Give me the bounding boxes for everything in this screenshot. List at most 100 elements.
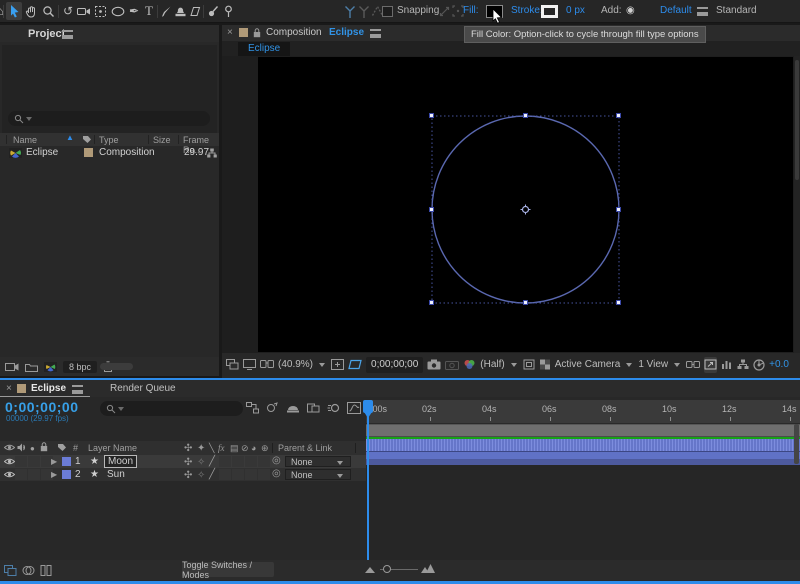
layer-row-moon[interactable]: ▶ 1 ★ Moon ✣ ✧ ╱ ◎ None: [0, 455, 366, 468]
motion-blur-toggle[interactable]: [245, 469, 257, 480]
type-tool-icon[interactable]: T: [141, 2, 157, 20]
close-tab-icon[interactable]: ×: [227, 27, 233, 38]
bit-depth-button[interactable]: 8 bpc: [63, 361, 97, 373]
threed-toggle[interactable]: [258, 456, 270, 467]
add-menu-icon[interactable]: ◉: [626, 5, 635, 16]
viewer-timecode[interactable]: 0;00;00;00: [366, 357, 423, 373]
motion-blur-icon[interactable]: [327, 402, 340, 414]
playhead-line[interactable]: [367, 402, 369, 560]
stroke-label[interactable]: Stroke:: [511, 5, 543, 16]
handle-bottom-center[interactable]: [523, 300, 528, 305]
fill-label[interactable]: Fill:: [463, 5, 479, 16]
layer-name-sun[interactable]: Sun: [107, 469, 125, 480]
audio-toggle[interactable]: [15, 469, 27, 480]
solo-toggle[interactable]: [28, 456, 40, 467]
handle-bottom-right[interactable]: [616, 300, 621, 305]
project-tabbar[interactable]: Project: [0, 25, 219, 42]
camera-tool-icon[interactable]: [76, 2, 92, 20]
motion-blur-toggle[interactable]: [245, 456, 257, 467]
expand-arrow-icon[interactable]: ▶: [51, 457, 57, 466]
eraser-tool-icon[interactable]: [187, 2, 203, 20]
parent-dropdown[interactable]: None: [285, 456, 351, 467]
workspace-default-tab[interactable]: Default: [660, 5, 692, 16]
project-panel-menu-icon[interactable]: [62, 30, 73, 39]
layer-visibility-eye-icon[interactable]: [4, 470, 15, 479]
lock-column-icon[interactable]: [40, 442, 48, 452]
grid-guides-icon[interactable]: [348, 357, 362, 373]
roto-brush-tool-icon[interactable]: [205, 2, 221, 20]
motion-blur-column-icon[interactable]: ⊘: [241, 443, 249, 454]
project-scrollbar[interactable]: [100, 363, 133, 370]
view-menu-value[interactable]: Active Camera: [555, 357, 621, 373]
shy-toggle-icon[interactable]: ✣: [184, 470, 192, 481]
parent-dropdown[interactable]: None: [285, 469, 351, 480]
toggle-switches-modes-button[interactable]: Toggle Switches / Modes: [182, 562, 274, 577]
transparency-grid-icon[interactable]: [539, 357, 551, 373]
view-menu-dropdown-arrow[interactable]: [626, 363, 632, 367]
layer-color-swatch[interactable]: [62, 457, 71, 466]
quality-column-icon[interactable]: ╲: [209, 443, 214, 454]
solo-column-icon[interactable]: ●: [30, 444, 35, 453]
layer-color-swatch[interactable]: [62, 470, 71, 479]
show-snapshot-icon[interactable]: [445, 357, 459, 373]
audio-toggle[interactable]: [15, 456, 27, 467]
layer-bar-sun[interactable]: [366, 452, 800, 465]
close-tab-icon[interactable]: ×: [6, 383, 12, 394]
layer-row-sun[interactable]: ▶ 2 ★ Sun ✣ ✧ ╱ ◎ None: [0, 468, 366, 481]
collapse-toggle-icon[interactable]: ✧: [197, 457, 205, 468]
zoom-tool-icon[interactable]: [40, 2, 56, 20]
new-composition-icon[interactable]: [44, 362, 57, 372]
column-size[interactable]: Size: [153, 135, 171, 145]
expand-transfer-controls-icon[interactable]: [22, 565, 35, 576]
timeline-tab-menu-icon[interactable]: [72, 385, 83, 394]
panel-tab-label[interactable]: Composition: [266, 27, 322, 38]
always-preview-icon[interactable]: [226, 357, 239, 373]
shy-toggle-icon[interactable]: ✣: [184, 457, 192, 468]
safe-zones-icon[interactable]: [331, 357, 344, 373]
time-ruler[interactable]: :00s 02s 04s 06s 08s 10s 12s 14s: [366, 400, 800, 424]
show-channel-icon[interactable]: [463, 357, 476, 373]
exposure-value[interactable]: +0.0: [769, 357, 789, 373]
adjustment-column-icon[interactable]: ◕: [251, 443, 256, 453]
column-name[interactable]: Name: [13, 135, 37, 145]
stroke-width-value[interactable]: 0 px: [566, 5, 585, 16]
solo-toggle[interactable]: [28, 469, 40, 480]
current-timecode[interactable]: 0;00;00;00: [5, 399, 79, 415]
snapping-label[interactable]: Snapping: [397, 5, 439, 16]
pen-tool-icon[interactable]: ✒: [126, 2, 142, 20]
frame-blend-column-icon[interactable]: ▤: [230, 443, 239, 454]
parent-link-column[interactable]: Parent & Link: [278, 443, 332, 453]
label-column-icon[interactable]: [82, 135, 92, 144]
frame-blending-icon[interactable]: [307, 402, 320, 414]
layer-name-column[interactable]: Layer Name: [88, 443, 137, 453]
zoom-out-mountain-icon[interactable]: [365, 566, 375, 573]
timeline-zoom-slider-thumb[interactable]: [383, 565, 391, 573]
fx-toggle[interactable]: [219, 469, 231, 480]
handle-bottom-left[interactable]: [429, 300, 434, 305]
expand-layer-switches-icon[interactable]: [4, 565, 17, 576]
project-search-input[interactable]: [8, 111, 210, 126]
item-label-swatch[interactable]: [84, 148, 93, 157]
region-of-interest-icon[interactable]: [523, 357, 535, 373]
graph-editor-icon[interactable]: [347, 402, 361, 414]
mini-flowchart-icon[interactable]: [246, 402, 259, 414]
timeline-flowchart-icon[interactable]: [737, 357, 749, 373]
handle-top-center[interactable]: [523, 113, 528, 118]
handle-top-left[interactable]: [429, 113, 434, 118]
label-column-icon[interactable]: [57, 443, 67, 452]
add-label[interactable]: Add:: [601, 5, 622, 16]
selection-tool-icon[interactable]: [6, 2, 22, 20]
expand-in-out-panes-icon[interactable]: [40, 565, 52, 576]
handle-mid-right[interactable]: [616, 207, 621, 212]
stroke-color-swatch[interactable]: [541, 5, 558, 18]
quality-toggle-icon[interactable]: ╱: [209, 456, 215, 467]
rotate-tool-icon[interactable]: ↺: [60, 2, 76, 20]
composition-view[interactable]: [258, 57, 793, 352]
quality-toggle-icon[interactable]: ╱: [209, 469, 215, 480]
audio-column-icon[interactable]: [17, 443, 27, 452]
workspace-standard-tab[interactable]: Standard: [716, 5, 757, 16]
timeline-search-input[interactable]: [100, 401, 243, 416]
share-view-icon[interactable]: [686, 357, 700, 373]
tracks-empty-area[interactable]: [366, 465, 800, 560]
parent-pickwhip-icon[interactable]: ◎: [272, 468, 281, 479]
